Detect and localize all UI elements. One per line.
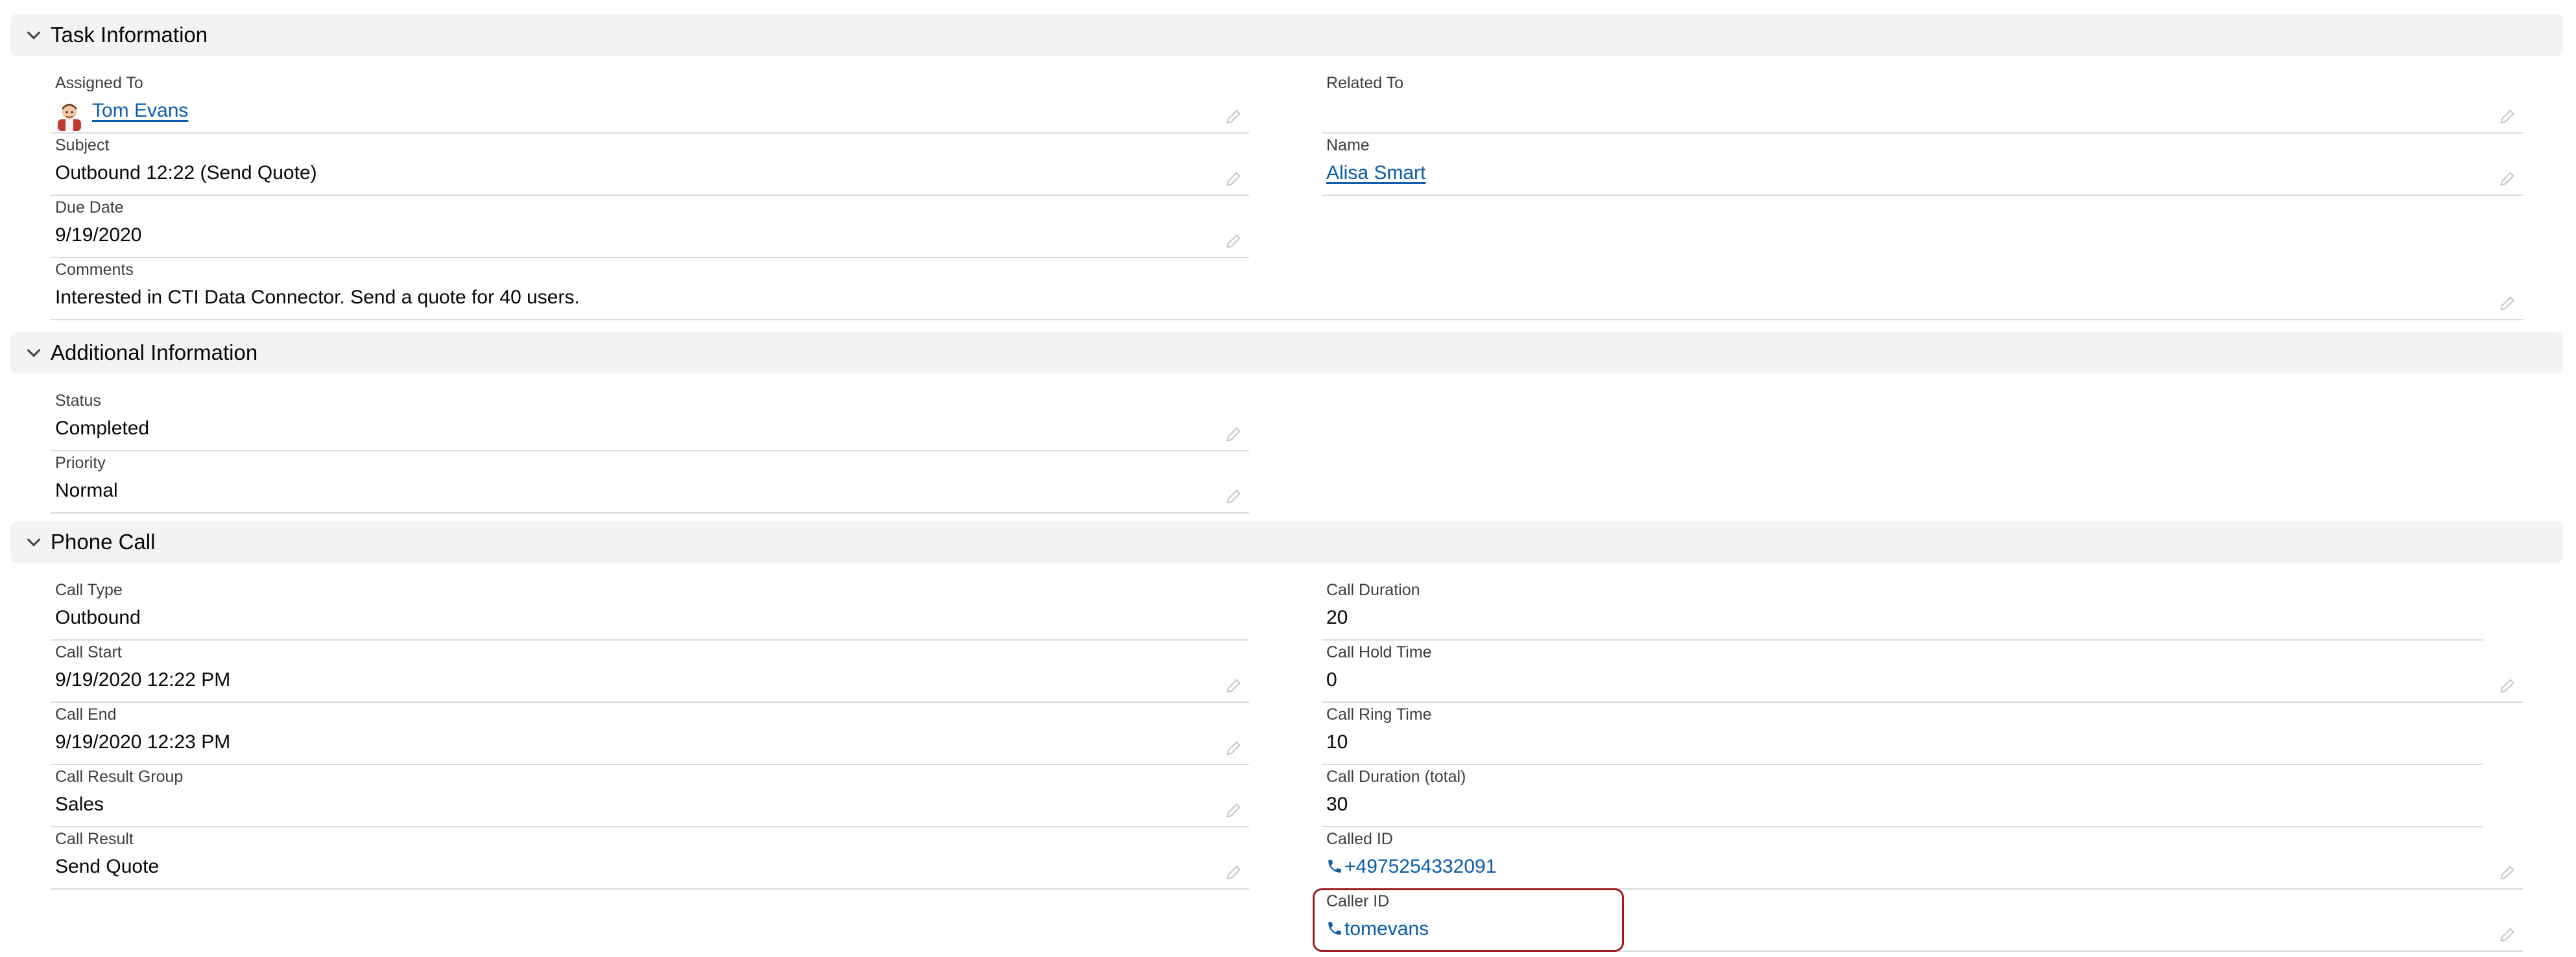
pencil-icon[interactable]	[2498, 294, 2516, 313]
field-related-to: Related To	[1322, 71, 2523, 134]
field-priority: Priority Normal	[51, 451, 1249, 514]
section-header-phone-call[interactable]: Phone Call	[10, 521, 2563, 563]
field-name: Name Alisa Smart	[1322, 134, 2523, 196]
field-call-duration: Call Duration 20	[1322, 578, 2523, 641]
field-label: Call Result Group	[55, 768, 184, 786]
field-label: Status	[55, 392, 101, 410]
call-type-value: Outbound	[55, 607, 141, 628]
field-label: Name	[1326, 136, 1370, 154]
called-id-value: +4975254332091	[1344, 856, 1497, 877]
caller-id-highlight-box	[1313, 888, 1624, 952]
call-result-group-value: Sales	[55, 794, 104, 815]
section-header-task-information[interactable]: Task Information	[10, 14, 2563, 56]
pencil-icon[interactable]	[2498, 170, 2516, 188]
field-label: Call End	[55, 705, 117, 724]
field-label: Call Type	[55, 581, 123, 599]
field-call-result-group: Call Result Group Sales	[51, 765, 1249, 827]
field-label: Call Start	[55, 643, 122, 661]
status-value: Completed	[55, 418, 150, 439]
chevron-down-icon	[27, 538, 41, 547]
comments-value: Interested in CTI Data Connector. Send a…	[55, 287, 580, 308]
field-call-start: Call Start 9/19/2020 12:22 PM	[51, 641, 1249, 703]
call-end-value: 9/19/2020 12:23 PM	[55, 731, 231, 753]
field-call-duration-total: Call Duration (total) 30	[1322, 765, 2523, 827]
pencil-icon[interactable]	[2498, 926, 2516, 944]
call-ring-time-value: 10	[1326, 731, 1348, 753]
call-duration-total-value: 30	[1326, 794, 1348, 815]
subject-value: Outbound 12:22 (Send Quote)	[55, 162, 317, 183]
avatar	[58, 104, 81, 131]
pencil-icon[interactable]	[1224, 677, 1243, 695]
pencil-icon[interactable]	[1224, 864, 1243, 882]
field-status: Status Completed	[51, 389, 1249, 451]
field-call-type: Call Type Outbound	[51, 578, 1249, 641]
pencil-icon[interactable]	[1224, 425, 1243, 443]
field-label: Related To	[1326, 74, 1404, 92]
section-title: Phone Call	[51, 530, 156, 554]
name-link[interactable]: Alisa Smart	[1326, 162, 1425, 184]
field-call-end: Call End 9/19/2020 12:23 PM	[51, 703, 1249, 765]
field-assigned-to: Assigned To Tom Evans	[51, 71, 1249, 134]
field-label: Called ID	[1326, 830, 1393, 848]
pencil-icon[interactable]	[1224, 108, 1243, 126]
field-label: Priority	[55, 454, 106, 472]
field-subject: Subject Outbound 12:22 (Send Quote)	[51, 134, 1249, 196]
chevron-down-icon	[27, 31, 41, 40]
pencil-icon[interactable]	[2498, 864, 2516, 882]
field-call-ring-time: Call Ring Time 10	[1322, 703, 2523, 765]
due-date-value: 9/19/2020	[55, 224, 142, 246]
field-label: Subject	[55, 136, 110, 154]
field-label: Call Ring Time	[1326, 705, 1432, 724]
field-label: Call Result	[55, 830, 134, 848]
pencil-icon[interactable]	[1224, 801, 1243, 820]
pencil-icon[interactable]	[1224, 170, 1243, 188]
assigned-to-link[interactable]: Tom Evans	[92, 100, 188, 122]
call-duration-value: 20	[1326, 607, 1348, 628]
field-label: Call Duration	[1326, 581, 1420, 599]
field-call-result: Call Result Send Quote	[51, 827, 1249, 890]
pencil-icon[interactable]	[1224, 488, 1243, 506]
chevron-down-icon	[27, 349, 41, 357]
field-call-hold-time: Call Hold Time 0	[1322, 641, 2523, 703]
section-header-additional-information[interactable]: Additional Information	[10, 332, 2563, 373]
field-due-date: Due Date 9/19/2020	[51, 196, 1249, 258]
field-label: Due Date	[55, 198, 124, 217]
section-title: Task Information	[51, 23, 208, 47]
field-label: Call Hold Time	[1326, 643, 1432, 661]
field-comments: Comments Interested in CTI Data Connecto…	[51, 258, 2523, 320]
section-title: Additional Information	[51, 340, 258, 364]
called-id-link[interactable]: +4975254332091	[1326, 856, 1496, 878]
pencil-icon[interactable]	[2498, 677, 2516, 695]
field-called-id: Called ID +4975254332091	[1322, 827, 2523, 890]
pencil-icon[interactable]	[1224, 739, 1243, 757]
field-label: Call Duration (total)	[1326, 768, 1466, 786]
call-hold-time-value: 0	[1326, 669, 1337, 691]
pencil-icon[interactable]	[2498, 108, 2516, 126]
field-label: Assigned To	[55, 74, 143, 92]
call-result-value: Send Quote	[55, 856, 160, 877]
pencil-icon[interactable]	[1224, 232, 1243, 250]
call-start-value: 9/19/2020 12:22 PM	[55, 669, 231, 691]
phone-icon	[1328, 860, 1341, 873]
priority-value: Normal	[55, 480, 118, 501]
field-label: Comments	[55, 261, 134, 279]
